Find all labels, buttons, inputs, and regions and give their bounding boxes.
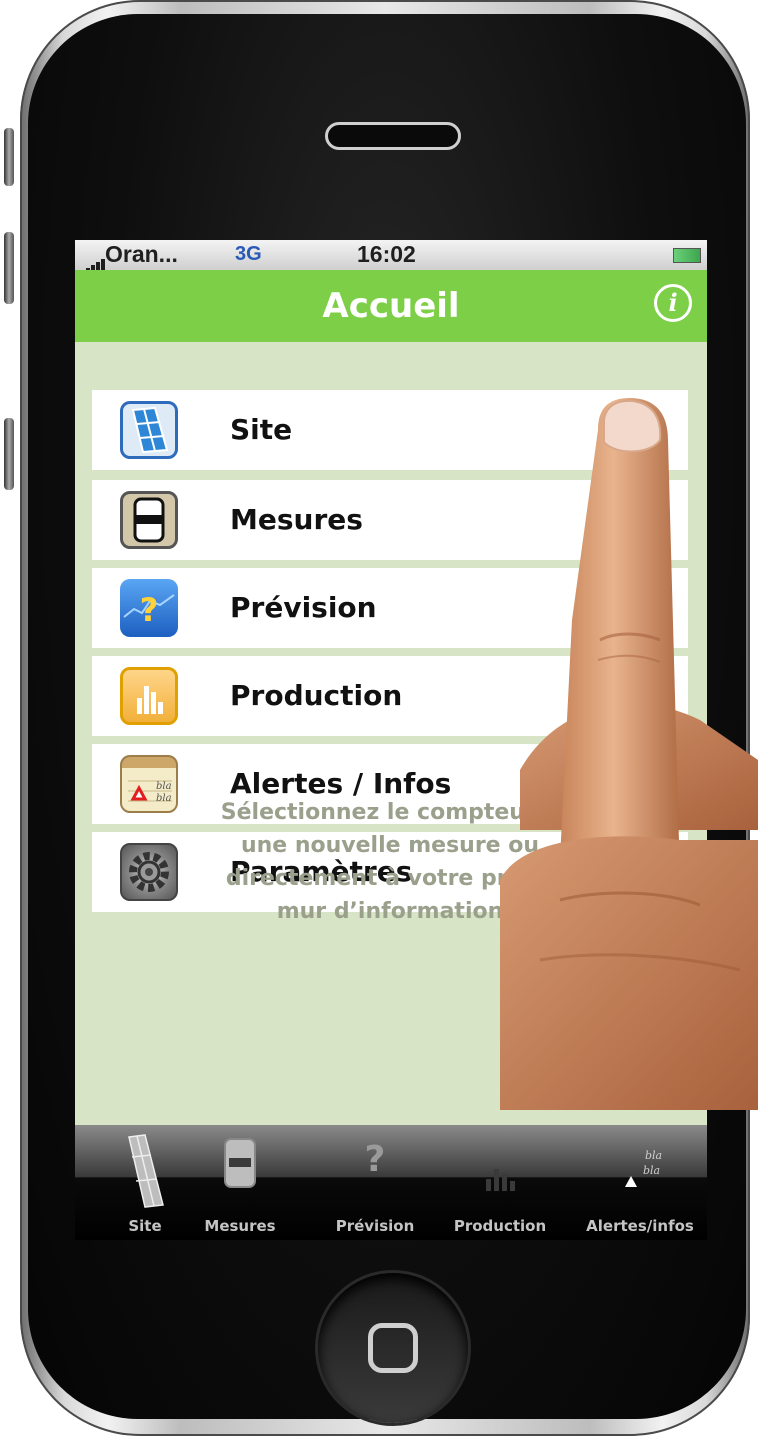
meter-icon: [223, 1137, 257, 1193]
forecast-icon: ?: [120, 579, 178, 637]
mute-switch: [4, 128, 14, 186]
hint-line: mur d’information: [276, 899, 504, 924]
icon-text: bla: [156, 781, 172, 792]
menu-item-label: Site: [230, 413, 293, 446]
page-title: Accueil: [322, 286, 460, 326]
menu-item-site[interactable]: Site: [92, 390, 688, 470]
menu-item-label: Production: [230, 679, 403, 712]
bar-chart-icon: [480, 1161, 520, 1195]
carrier-name: Oran...: [105, 241, 178, 267]
tab-label: Mesures: [204, 1217, 276, 1235]
tab-label: Site: [128, 1217, 162, 1235]
status-bar: Oran... 3G 16:02: [75, 240, 707, 275]
tab-alertes[interactable]: bla bla Alertes/infos: [575, 1125, 705, 1240]
solar-panel-icon: [120, 401, 178, 459]
home-square-icon: [368, 1323, 418, 1373]
svg-text:?: ?: [140, 591, 159, 629]
tab-label: Prévision: [335, 1217, 415, 1235]
hint-line: directement à votre produ: [225, 866, 555, 891]
tab-label: Production: [453, 1217, 547, 1235]
volume-up-button: [4, 232, 14, 304]
network-type: 3G: [235, 243, 262, 265]
menu-item-label: Prévision: [230, 591, 377, 624]
hint-line: Sélectionnez le compteur p: [220, 800, 560, 825]
tab-prevision[interactable]: ? Prévision: [325, 1125, 425, 1240]
menu-item-production[interactable]: Production: [92, 656, 688, 736]
tab-production[interactable]: Production: [445, 1125, 555, 1240]
menu-item-mesures[interactable]: Mesures: [92, 480, 688, 560]
tab-bar: Site Mesures ? Prévision Production bla …: [75, 1125, 707, 1240]
solar-panel-icon: [123, 1133, 167, 1213]
navigation-bar: Accueil i: [75, 270, 707, 342]
tab-site[interactable]: Site: [95, 1125, 195, 1240]
volume-down-button: [4, 418, 14, 490]
screen: Oran... 3G 16:02 Accueil i Site Mesures …: [75, 240, 707, 1240]
home-button[interactable]: [318, 1273, 468, 1423]
battery-icon: [673, 248, 701, 263]
tab-label: Alertes/infos: [586, 1217, 694, 1235]
question-icon: ?: [364, 1139, 386, 1180]
hint-text: Sélectionnez le compteur p une nouvelle …: [115, 796, 665, 928]
info-icon[interactable]: i: [654, 284, 692, 322]
icon-text: bla: [643, 1164, 660, 1177]
notepad-alert-icon: bla bla: [615, 1147, 665, 1195]
status-time: 16:02: [357, 241, 416, 267]
tab-mesures[interactable]: Mesures: [190, 1125, 290, 1240]
icon-text: bla: [645, 1149, 662, 1162]
bar-chart-icon: [120, 667, 178, 725]
menu-item-label: Mesures: [230, 503, 363, 536]
menu-item-prevision[interactable]: ? Prévision: [92, 568, 688, 648]
meter-icon: [120, 491, 178, 549]
hint-line: une nouvelle mesure ou: [240, 833, 540, 858]
earpiece-speaker: [325, 122, 461, 150]
